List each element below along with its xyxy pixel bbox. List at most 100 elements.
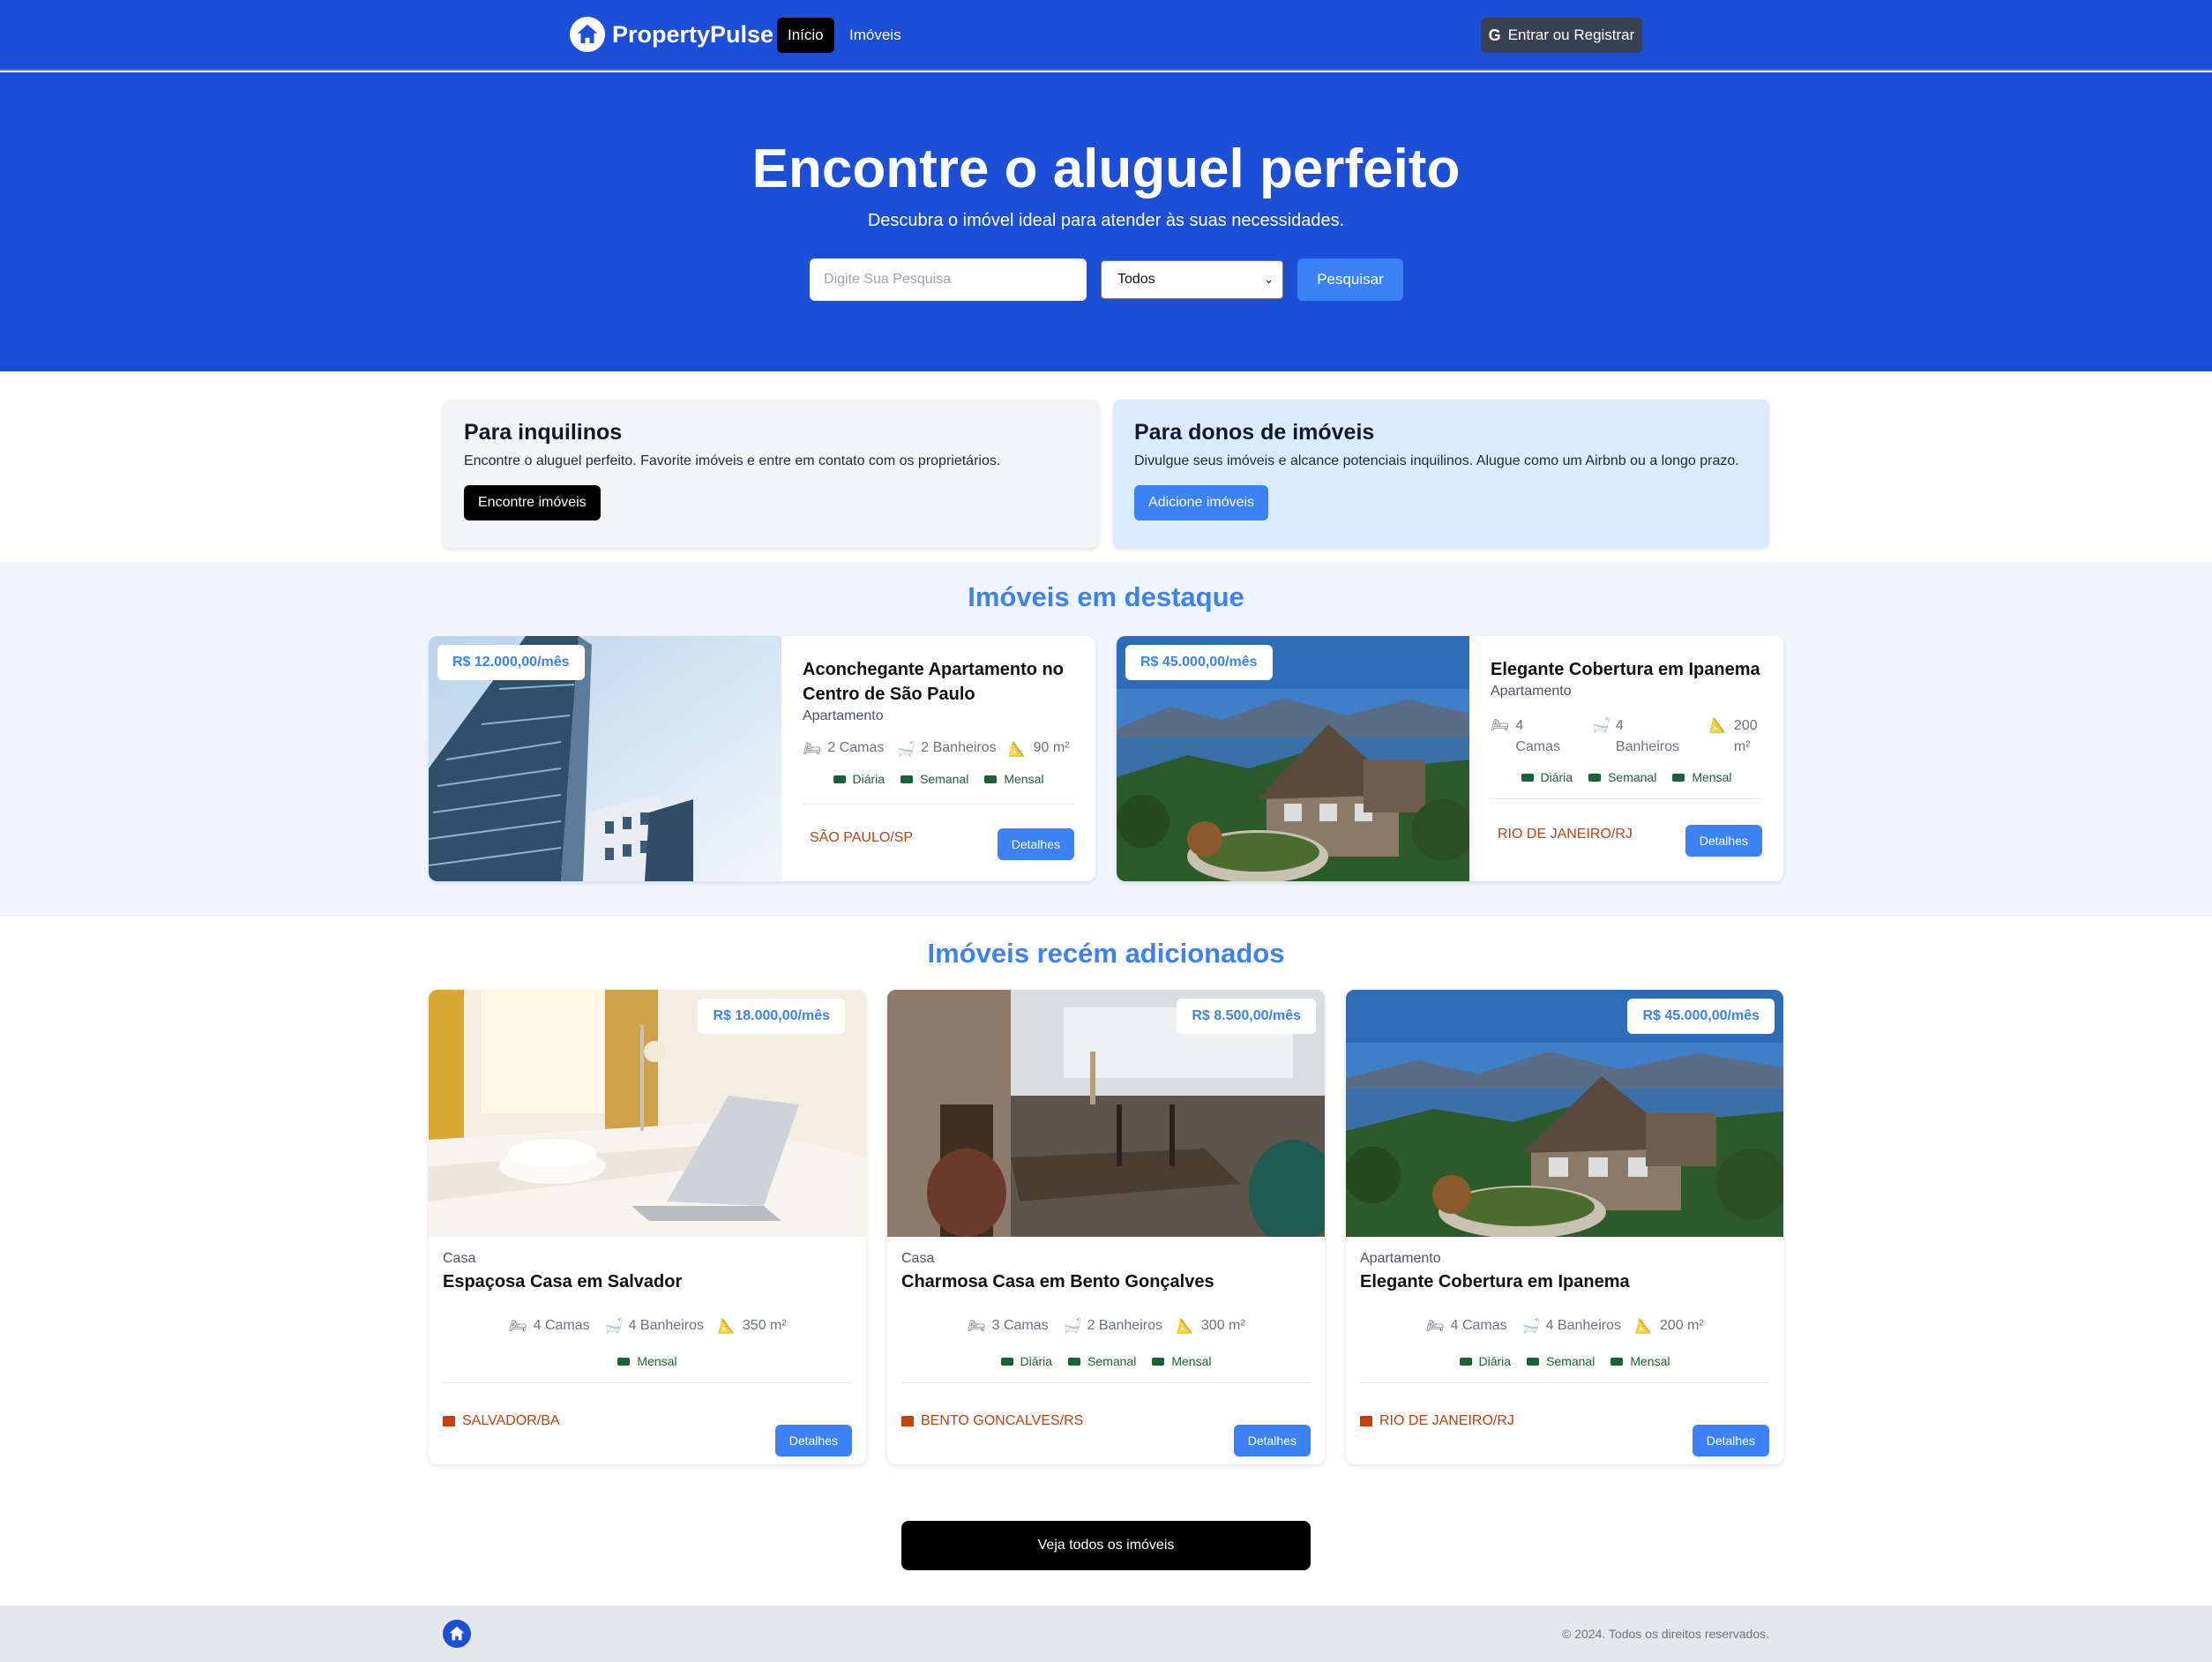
rate-daily: Diária [1478,1354,1512,1368]
copyright-text: © 2024. Todos os direitos reservados. [1562,1627,1769,1641]
info-title: Para inquilinos [464,420,623,445]
baths-count: 2 Banheiros [1087,1318,1162,1333]
money-icon [1521,773,1534,782]
ruler-icon: 📐 [1176,1319,1194,1334]
location-icon [443,1416,455,1426]
money-icon [833,775,846,783]
money-icon [1527,1357,1540,1366]
rate-weekly: Semanal [1608,770,1657,784]
beds-count: 4 Camas [533,1318,590,1333]
property-location: SÃO PAULO/SP [810,830,914,845]
area-value: 90 m² [1033,740,1070,755]
property-title[interactable]: Aconchegante Apartamento no Centro de Sã… [803,657,1074,707]
add-property-button[interactable]: Adicione imóveis [1134,485,1269,520]
money-icon [1610,1357,1624,1366]
find-properties-button[interactable]: Encontre imóveis [464,485,601,520]
property-location: SALVADOR/BA [462,1413,560,1428]
info-text: Divulgue seus imóveis e alcance potencia… [1134,453,1739,468]
property-title[interactable]: Elegante Cobertura em Ipanema [1491,657,1762,682]
area-value: 300 m² [1200,1318,1245,1333]
bed-icon: 🛏 [1425,1319,1444,1334]
property-location: RIO DE JANEIRO/RJ [1379,1413,1514,1428]
google-icon: G [1488,26,1501,44]
money-icon [900,775,914,783]
search-input[interactable]: Digite Sua Pesquisa [810,258,1087,301]
price-badge: R$ 12.000,00/mês [437,645,585,680]
details-button[interactable]: Detalhes [1692,1425,1769,1456]
property-location: BENTO GONCALVES/RS [921,1413,1084,1428]
price-badge: R$ 8.500,00/mês [1177,999,1316,1034]
recent-property-card[interactable]: R$ 45.000,00/mês Apartamento Elegante Co… [1346,990,1783,1464]
details-button[interactable]: Detalhes [774,1425,852,1456]
hero-subtitle: Descubra o imóvel ideal para atender às … [867,211,1345,230]
recent-title: Imóveis recém adicionados [927,938,1285,969]
login-button[interactable]: G Entrar ou Registrar [1481,18,1642,53]
recent-property-card[interactable]: R$ 18.000,00/mês Casa Espaçosa Casa em S… [429,990,866,1464]
money-icon [1588,773,1602,782]
rate-daily: Diária [1020,1354,1053,1368]
view-all-properties-button[interactable]: Veja todos os imóveis [901,1521,1311,1570]
rate-daily: Diária [1540,770,1573,784]
beds-count: 4 Camas [1515,718,1560,754]
bed-icon: 🛏 [967,1319,985,1334]
bath-icon: 🛁 [603,1319,622,1334]
home-logo-icon[interactable] [443,1620,471,1648]
bath-icon: 🛁 [1062,1319,1080,1334]
property-title[interactable]: Charmosa Casa em Bento Gonçalves [901,1272,1311,1292]
featured-property-card[interactable]: R$ 45.000,00/mês Elegante Cobertura em I… [1117,636,1783,881]
property-type: Casa [901,1251,935,1266]
footer: © 2024. Todos os direitos reservados. [0,1606,2212,1662]
money-icon [617,1357,631,1366]
rate-weekly: Semanal [1546,1354,1595,1368]
info-title: Para donos de imóveis [1134,420,1375,445]
property-location: RIO DE JANEIRO/RJ [1498,827,1633,842]
top-navbar: PropertyPulse Início Imóveis G Entrar ou… [0,0,2212,71]
rate-weekly: Semanal [920,772,969,786]
beds-count: 4 Camas [1450,1318,1507,1333]
ruler-icon: 📐 [1634,1319,1653,1334]
property-type: Casa [443,1251,476,1266]
rate-weekly: Semanal [1087,1354,1137,1368]
login-label: Entrar ou Registrar [1507,26,1635,43]
search-button[interactable]: Pesquisar [1297,258,1403,301]
property-type: Apartamento [1360,1251,1441,1266]
info-text: Encontre o aluguel perfeito. Favorite im… [464,453,1001,468]
rate-monthly: Mensal [1692,770,1732,784]
money-icon [984,775,998,783]
baths-count: 4 Banheiros [628,1318,704,1333]
baths-count: 4 Banheiros [1545,1318,1621,1333]
details-button[interactable]: Detalhes [1685,825,1762,857]
property-type: Apartamento [803,708,884,723]
nav-link-imoveis[interactable]: Imóveis [839,18,912,53]
price-badge: R$ 18.000,00/mês [698,999,845,1034]
property-title[interactable]: Elegante Cobertura em Ipanema [1360,1272,1769,1292]
beds-count: 2 Camas [827,740,885,755]
rate-monthly: Mensal [1630,1354,1670,1368]
property-type-select[interactable]: Todos ⌄ [1101,260,1283,299]
bath-icon: 🛁 [1521,1319,1539,1334]
property-title[interactable]: Espaçosa Casa em Salvador [443,1272,852,1292]
bed-icon: 🛏 [508,1319,527,1334]
hero-title: Encontre o aluguel perfeito [751,138,1461,199]
home-logo-icon[interactable] [570,17,605,52]
brand-name[interactable]: PropertyPulse [612,21,773,49]
nav-link-inicio[interactable]: Início [777,18,834,53]
area-value: 200 m² [1733,718,1758,754]
location-icon [1360,1416,1372,1426]
rate-monthly: Mensal [1171,1354,1212,1368]
bath-icon: 🛁 [896,742,915,757]
bed-icon: 🛏 [1491,718,1509,733]
baths-count: 2 Banheiros [921,740,997,755]
ruler-icon: 📐 [717,1319,736,1334]
featured-property-card[interactable]: R$ 12.000,00/mês Aconchegante Apartament… [429,636,1095,881]
recent-property-card[interactable]: R$ 8.500,00/mês Casa Charmosa Casa em Be… [887,990,1325,1464]
location-icon [901,1416,914,1426]
price-badge: R$ 45.000,00/mês [1627,999,1775,1034]
details-button[interactable]: Detalhes [997,828,1074,860]
baths-count: 4 Banheiros [1615,718,1679,754]
price-badge: R$ 45.000,00/mês [1125,645,1273,680]
owners-info-box: Para donos de imóveis Divulgue seus imóv… [1113,400,1769,548]
details-button[interactable]: Detalhes [1233,1425,1311,1456]
area-value: 200 m² [1659,1318,1704,1333]
tenants-info-box: Para inquilinos Encontre o aluguel perfe… [443,400,1099,548]
